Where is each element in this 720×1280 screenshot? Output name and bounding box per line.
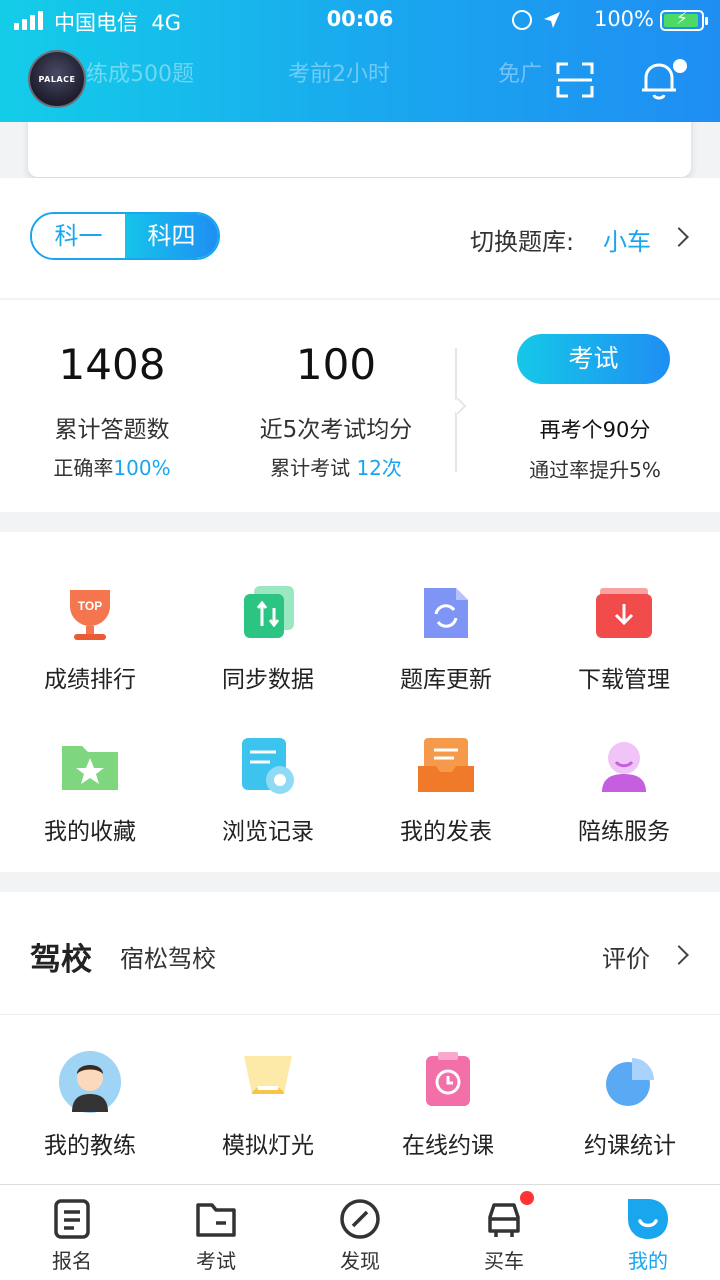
- tools-grid: TOP 成绩排行 同步数据 题库更新 下载管理 我的收藏 浏览记录 我的发表 陪…: [0, 532, 720, 872]
- school-item-label: 模拟灯光: [222, 1133, 314, 1159]
- pie-chart-icon: [606, 1058, 654, 1106]
- chevron-right-icon[interactable]: [669, 945, 689, 965]
- rate-link[interactable]: 评价: [602, 939, 650, 974]
- school-section-title: 驾校: [30, 942, 92, 978]
- tool-label: 陪练服务: [578, 819, 670, 845]
- promo-card[interactable]: [28, 122, 691, 177]
- school-item-lights[interactable]: 模拟灯光: [178, 1050, 358, 1184]
- battery-percent: 100%: [593, 7, 654, 31]
- answered-count: 1408: [58, 340, 166, 389]
- tool-favorites[interactable]: 我的收藏: [0, 736, 180, 876]
- tool-label: 成绩排行: [44, 667, 136, 693]
- accuracy-label: 正确率: [53, 456, 114, 480]
- tab-label: 我的: [628, 1249, 668, 1273]
- school-item-label: 我的教练: [44, 1133, 136, 1159]
- school-item-booking[interactable]: 在线约课: [358, 1050, 538, 1184]
- favorite-folder-icon: [62, 746, 118, 790]
- tab-subject-four[interactable]: 科四: [125, 214, 218, 258]
- tab-label: 买车: [484, 1249, 524, 1273]
- clock-calendar-icon: [426, 1052, 470, 1106]
- battery-icon: ⚡: [660, 9, 708, 31]
- tab-label: 考试: [196, 1249, 236, 1273]
- ghost-card-2: 考前2小时: [288, 62, 390, 87]
- history-icon: [242, 738, 294, 794]
- tool-label: 浏览记录: [222, 819, 314, 845]
- subject-section: 科一 科四 切换题库: 小车: [0, 178, 720, 298]
- bottom-tab-bar: 报名 考试 发现 买车 我的: [0, 1184, 720, 1280]
- exam-folder-icon: [196, 1203, 236, 1237]
- download-icon: [596, 588, 652, 638]
- school-name[interactable]: 宿松驾校: [120, 939, 216, 974]
- status-bar: 中国电信 4G 00:06 100% ⚡: [0, 0, 720, 40]
- me-icon: [628, 1199, 668, 1239]
- trophy-icon: TOP: [70, 590, 110, 640]
- exams-label: 累计考试: [270, 456, 351, 480]
- tool-ranking[interactable]: TOP 成绩排行: [0, 584, 180, 724]
- compass-icon: [340, 1199, 380, 1239]
- answered-label: 累计答题数: [54, 417, 170, 443]
- tab-exam[interactable]: 考试: [144, 1185, 288, 1280]
- coach-person-icon: [602, 742, 646, 792]
- tab-subject-one[interactable]: 科一: [32, 214, 125, 258]
- retake-text: 再考个90分: [539, 418, 651, 442]
- user-avatar[interactable]: PALACE: [28, 50, 86, 108]
- main-content: 科一 科四 切换题库: 小车 1408 累计答题数 正确率100% 100 近5…: [0, 122, 720, 1184]
- school-item-label: 在线约课: [402, 1133, 494, 1159]
- avg-label: 近5次考试均分: [259, 417, 413, 443]
- exam-button[interactable]: 考试: [517, 334, 670, 384]
- tool-sync[interactable]: 同步数据: [178, 584, 358, 724]
- accuracy-value: 100%: [113, 456, 171, 480]
- car-icon: [488, 1203, 520, 1237]
- sync-icon: [244, 586, 294, 638]
- tool-download[interactable]: 下载管理: [534, 584, 714, 724]
- school-item-label: 约课统计: [584, 1133, 676, 1159]
- tool-label: 我的发表: [400, 819, 492, 845]
- signup-icon: [54, 1199, 90, 1239]
- posts-icon: [418, 738, 474, 792]
- coach-avatar-icon: [59, 1051, 121, 1113]
- stats-section: 1408 累计答题数 正确率100% 100 近5次考试均分 累计考试 12次 …: [0, 300, 720, 512]
- rotation-lock-icon: [512, 10, 532, 30]
- tool-bank-update[interactable]: 题库更新: [356, 584, 536, 724]
- tool-label: 同步数据: [222, 667, 314, 693]
- exams-line: 累计考试 12次: [226, 452, 446, 481]
- location-icon: [544, 12, 560, 28]
- tab-me[interactable]: 我的: [576, 1185, 720, 1280]
- notification-dot: [673, 59, 687, 73]
- svg-text:TOP: TOP: [78, 599, 102, 613]
- tool-label: 题库更新: [400, 667, 492, 693]
- tab-discover[interactable]: 发现: [288, 1185, 432, 1280]
- subject-segmented-control: 科一 科四: [30, 212, 220, 260]
- tool-history[interactable]: 浏览记录: [178, 736, 358, 876]
- light-icon: [244, 1056, 292, 1094]
- bank-switch-label[interactable]: 切换题库:: [470, 222, 574, 257]
- chevron-right-icon[interactable]: [669, 227, 689, 247]
- avg-score: 100: [295, 340, 377, 389]
- improve-text: 通过率提升5%: [529, 458, 661, 482]
- ghost-card-1: 练成500题: [86, 62, 194, 87]
- tool-label: 下载管理: [578, 667, 670, 693]
- divider: [0, 1014, 720, 1015]
- tab-buy-car[interactable]: 买车: [432, 1185, 576, 1280]
- school-item-coach[interactable]: 我的教练: [0, 1050, 180, 1184]
- tool-posts[interactable]: 我的发表: [356, 736, 536, 876]
- tab-label: 报名: [52, 1249, 92, 1273]
- scan-icon[interactable]: [556, 62, 594, 98]
- tool-label: 我的收藏: [44, 819, 136, 845]
- tool-coaching[interactable]: 陪练服务: [534, 736, 714, 876]
- school-item-stats[interactable]: 约课统计: [540, 1050, 720, 1184]
- divider-notch: [449, 397, 467, 415]
- tab-signup[interactable]: 报名: [0, 1185, 144, 1280]
- ghost-card-3: 免广: [498, 62, 543, 87]
- school-section: 驾校 宿松驾校 评价 我的教练 模拟灯光 在线约课 约课统计: [0, 892, 720, 1184]
- exams-value: 12次: [356, 456, 402, 480]
- refresh-doc-icon: [424, 588, 468, 638]
- tab-label: 发现: [340, 1249, 380, 1273]
- accuracy-line: 正确率100%: [2, 452, 222, 481]
- bank-switch-value[interactable]: 小车: [603, 222, 651, 257]
- badge-dot: [520, 1191, 534, 1205]
